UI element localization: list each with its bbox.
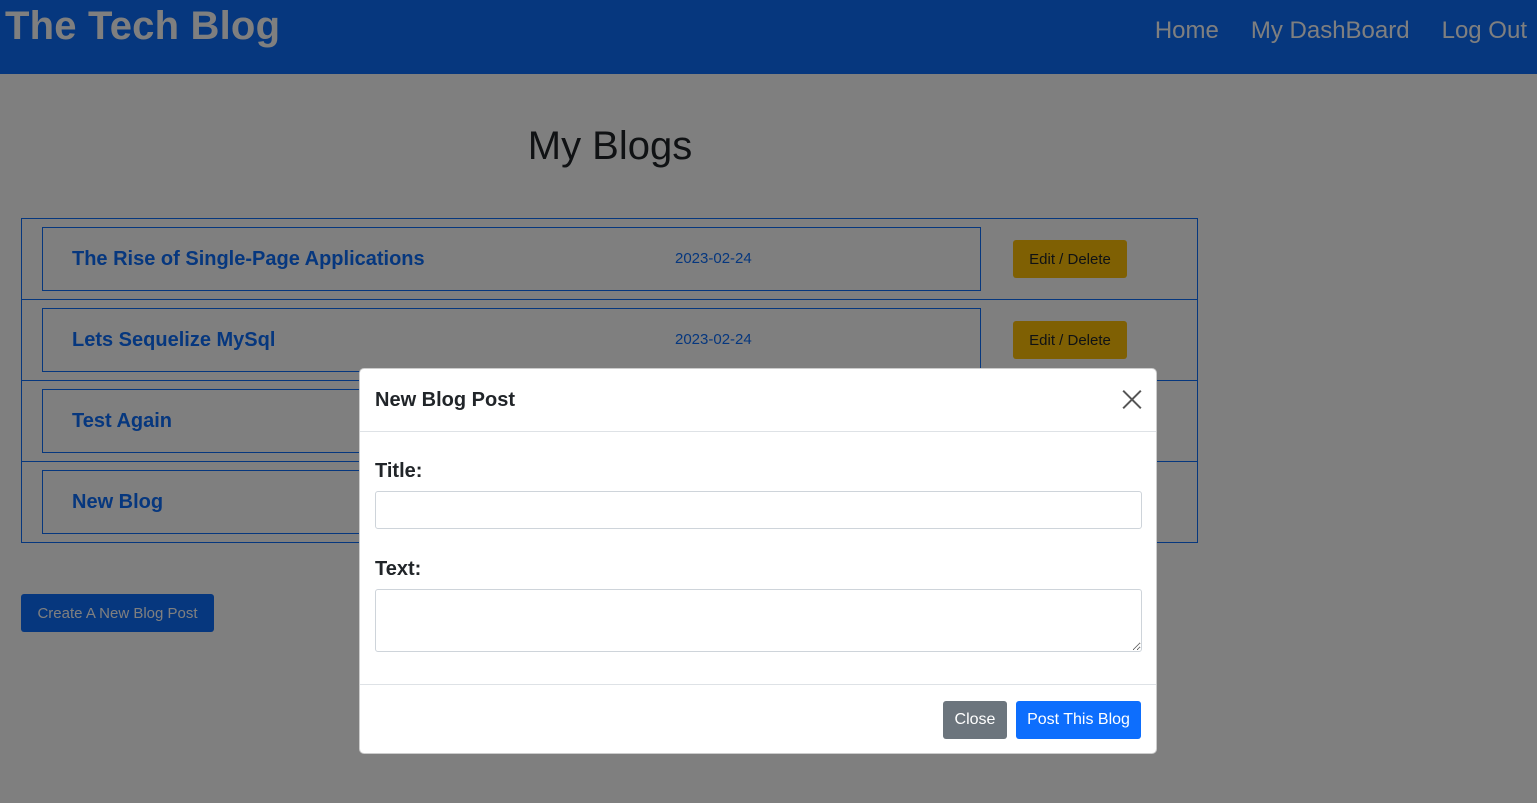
post-blog-button[interactable]: Post This Blog [1016, 701, 1141, 739]
new-post-modal: New Blog Post Title: Text: Close Post Th… [359, 368, 1157, 754]
text-input[interactable] [375, 589, 1142, 652]
text-label: Text: [375, 558, 422, 580]
modal-title: New Blog Post [375, 389, 516, 411]
title-label: Title: [375, 460, 423, 482]
title-input[interactable] [375, 491, 1142, 529]
close-icon[interactable] [1122, 389, 1142, 409]
modal-footer: Close Post This Blog [360, 684, 1156, 754]
close-button[interactable]: Close [943, 701, 1007, 739]
modal-header: New Blog Post [360, 369, 1156, 432]
